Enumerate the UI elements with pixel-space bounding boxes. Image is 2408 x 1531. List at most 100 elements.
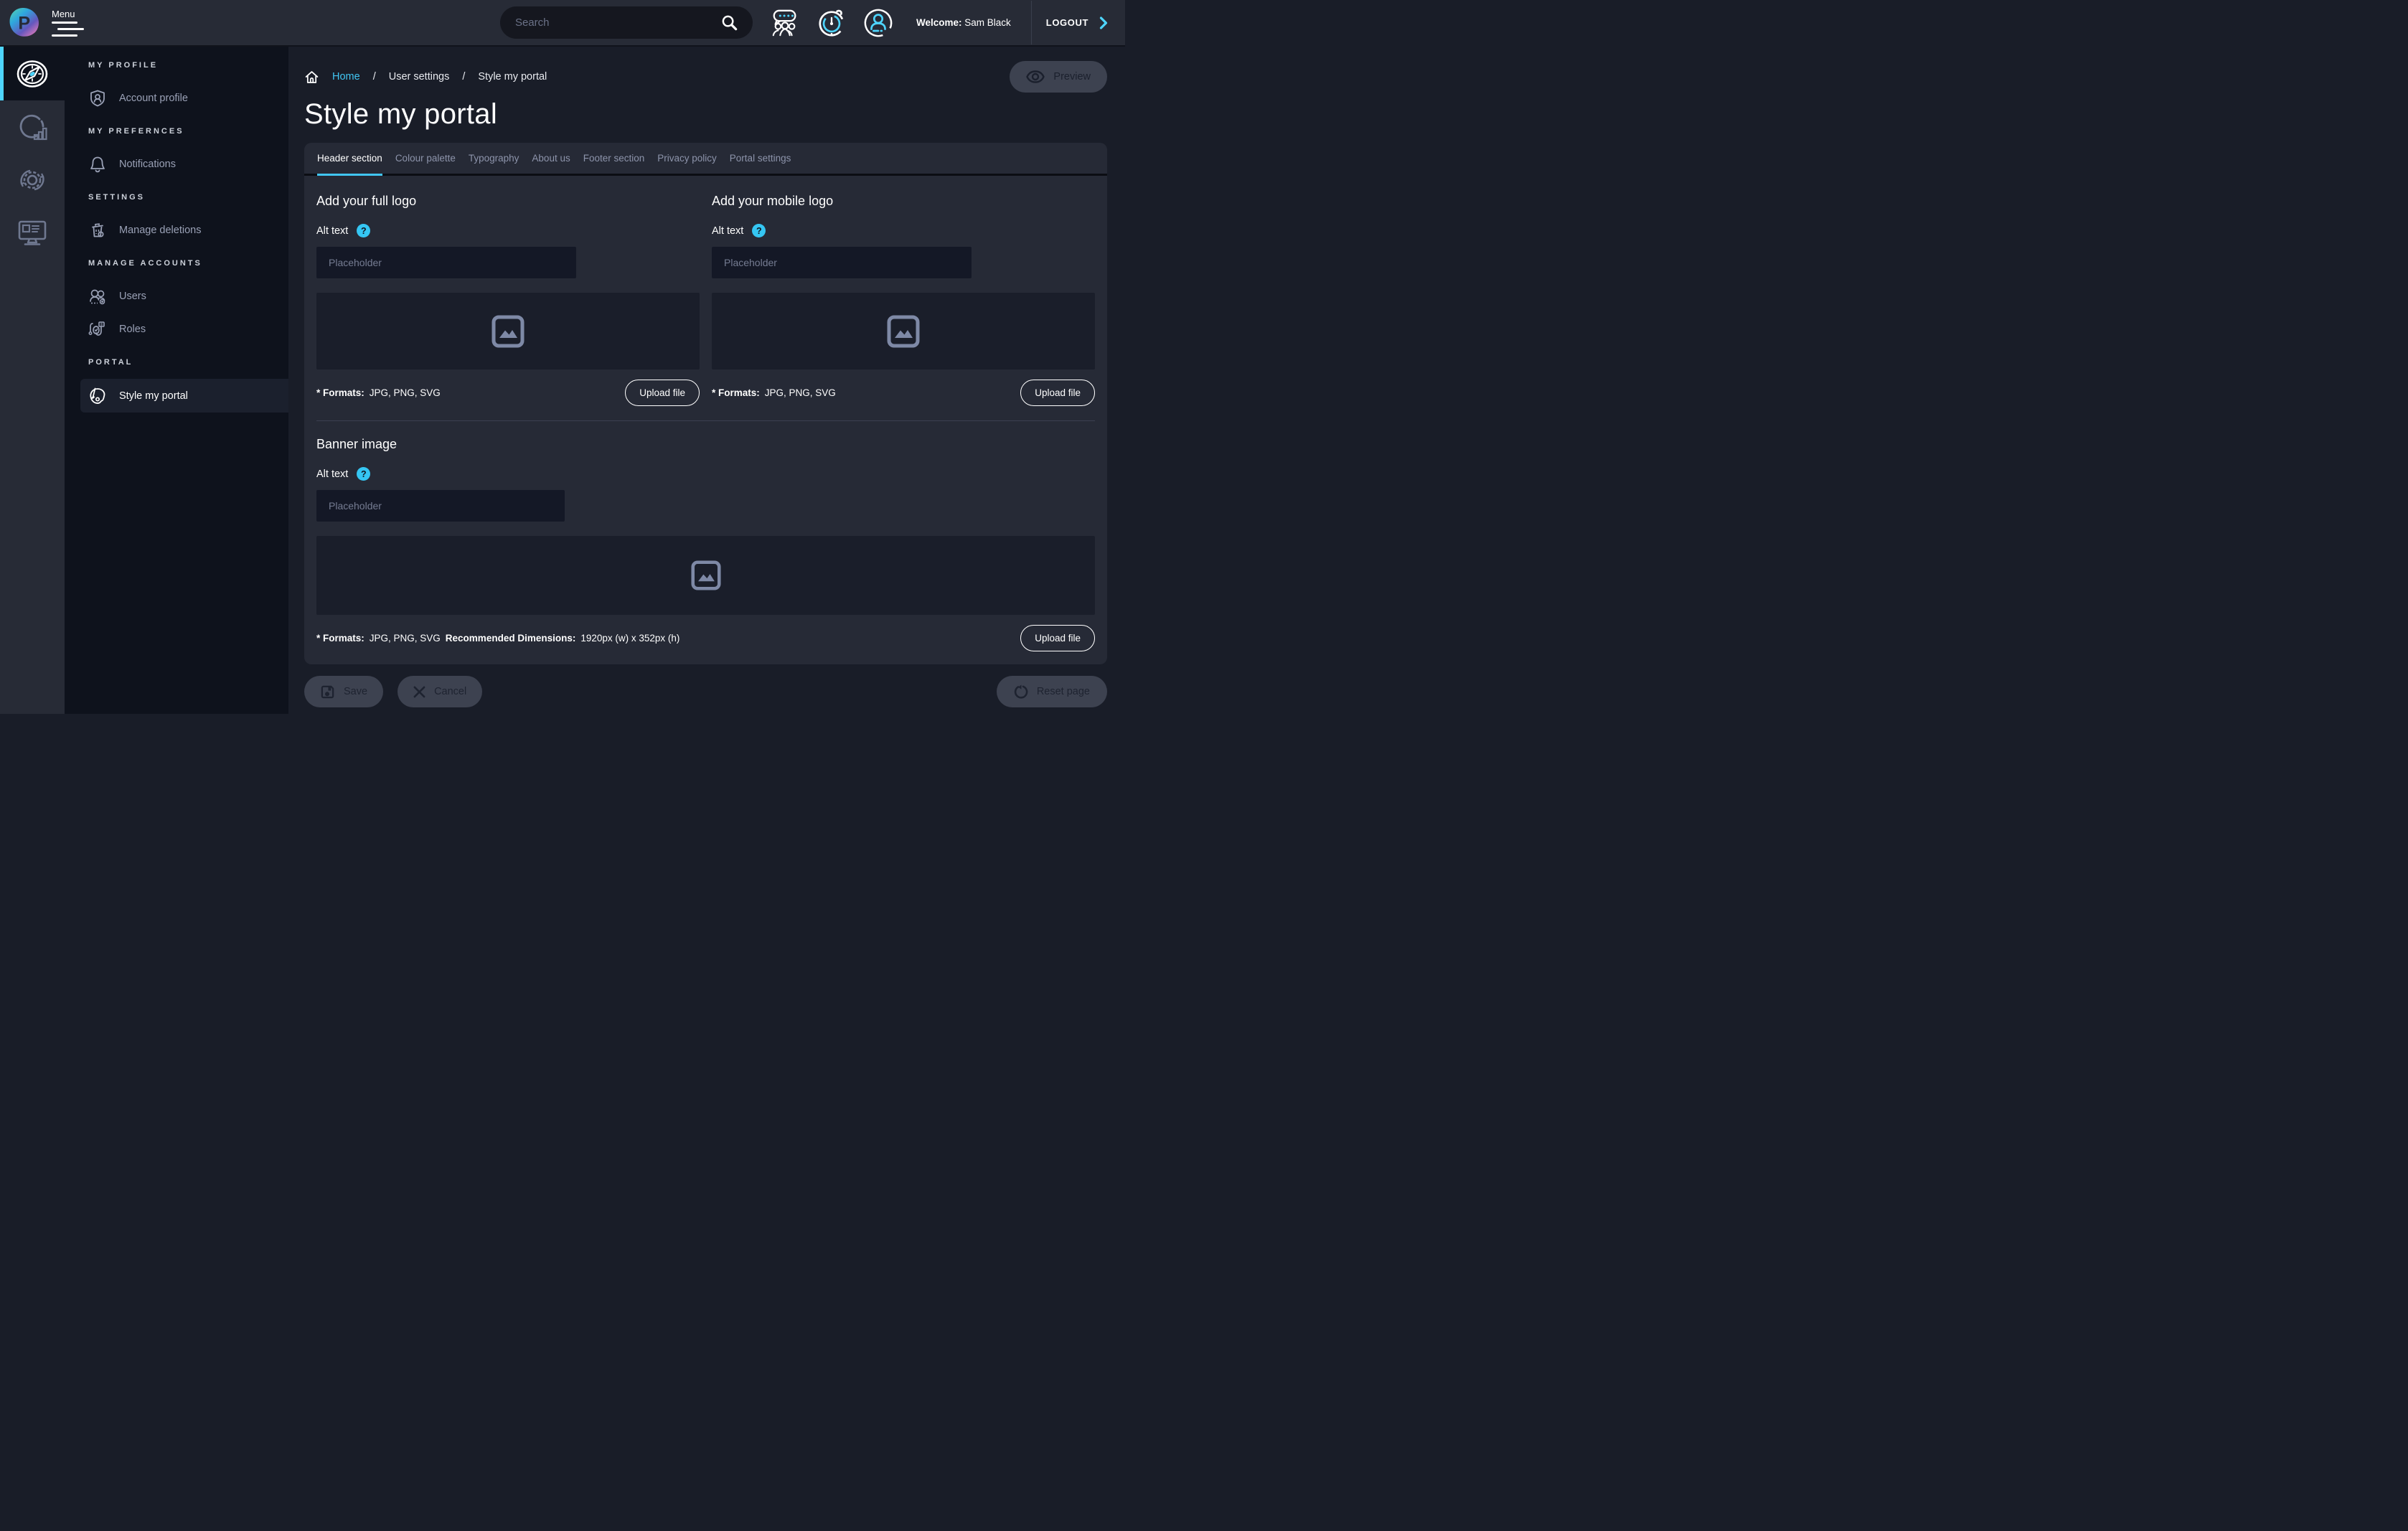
settings-card: Header section Colour palette Typography… (304, 143, 1107, 664)
app-logo[interactable]: P (7, 6, 40, 39)
tab-header-section[interactable]: Header section (317, 143, 382, 174)
sidebar-header-manage-accounts: MANAGE ACCOUNTS (65, 247, 288, 280)
formats-label: * Formats: (316, 633, 365, 644)
sidebar-item-label: Notifications (119, 159, 176, 170)
role-badge-icon (88, 320, 107, 339)
rail-item-display[interactable] (0, 207, 65, 260)
sidebar-item-label: Manage deletions (119, 225, 201, 236)
alt-text-label: Alt text (316, 468, 348, 480)
preview-button[interactable]: Preview (1010, 61, 1107, 93)
full-logo-section: Add your full logo Alt text ? (316, 194, 700, 406)
rail-item-settings[interactable] (0, 154, 65, 207)
reset-label: Reset page (1037, 686, 1090, 697)
menu-toggle[interactable]: Menu (52, 9, 84, 37)
palette-icon (88, 387, 107, 405)
tab-typography[interactable]: Typography (469, 143, 519, 174)
breadcrumb-row: Home / User settings / Style my portal P… (304, 61, 1107, 93)
main-content: Home / User settings / Style my portal P… (288, 47, 1125, 714)
image-placeholder-icon (691, 560, 721, 590)
icon-rail (0, 47, 65, 714)
tab-about-us[interactable]: About us (532, 143, 570, 174)
footer-actions: Save Cancel Reset page (304, 676, 1107, 707)
logout-button[interactable]: LOGOUT (1046, 17, 1115, 29)
formats-value: JPG, PNG, SVG (765, 387, 836, 398)
sidebar-item-notifications[interactable]: Notifications (65, 148, 288, 181)
welcome-text: Welcome: Sam Black (916, 17, 1011, 28)
welcome-username: Sam Black (964, 17, 1011, 28)
search-bar (500, 6, 753, 39)
sidebar-item-label: Account profile (119, 93, 188, 104)
breadcrumb-user-settings[interactable]: User settings (389, 71, 450, 83)
shield-user-icon (88, 89, 107, 108)
banner-upload-button[interactable]: Upload file (1020, 625, 1095, 651)
help-icon[interactable]: ? (357, 224, 370, 237)
home-icon[interactable] (304, 70, 319, 85)
svg-text:P: P (18, 13, 30, 33)
sidebar-header-my-profile: MY PROFILE (65, 49, 288, 82)
sidebar-item-label: Style my portal (119, 390, 188, 402)
banner-dropzone[interactable] (316, 536, 1095, 615)
mobile-logo-title: Add your mobile logo (712, 194, 1095, 209)
cancel-label: Cancel (434, 686, 466, 697)
formats-value: JPG, PNG, SVG (370, 633, 441, 644)
formats-value: JPG, PNG, SVG (370, 387, 441, 398)
chevron-right-icon (1099, 17, 1108, 29)
topbar-divider (1031, 1, 1032, 44)
users-icon (88, 287, 107, 306)
help-icon[interactable]: ? (357, 467, 370, 481)
community-icon[interactable] (770, 8, 800, 38)
rail-item-analytics[interactable] (0, 100, 65, 154)
search-icon[interactable] (721, 14, 738, 31)
search-input[interactable] (515, 17, 721, 29)
logo-blob-icon: P (7, 6, 40, 39)
tab-privacy-policy[interactable]: Privacy policy (657, 143, 717, 174)
save-button[interactable]: Save (304, 676, 383, 707)
reset-page-button[interactable]: Reset page (997, 676, 1107, 707)
mobile-logo-section: Add your mobile logo Alt text ? (712, 194, 1095, 406)
tab-panel-header-section: Add your full logo Alt text ? (304, 194, 1107, 651)
sidebar-header-settings: SETTINGS (65, 181, 288, 214)
gear-sync-icon (16, 164, 49, 197)
banner-alt-input[interactable] (316, 490, 565, 522)
tab-footer-section[interactable]: Footer section (583, 143, 645, 174)
rail-item-dashboard[interactable] (0, 47, 65, 100)
image-placeholder-icon (887, 315, 920, 348)
breadcrumb-separator: / (462, 71, 465, 83)
mobile-logo-upload-button[interactable]: Upload file (1020, 380, 1095, 406)
full-logo-title: Add your full logo (316, 194, 700, 209)
sidebar-item-style-my-portal[interactable]: Style my portal (80, 379, 288, 413)
tab-colour-palette[interactable]: Colour palette (395, 143, 456, 174)
full-logo-alt-input[interactable] (316, 247, 576, 278)
full-logo-dropzone[interactable] (316, 293, 700, 369)
menu-label: Menu (52, 9, 84, 19)
mobile-logo-alt-input[interactable] (712, 247, 972, 278)
app-body: MY PROFILE Account profile MY PREFERNCES… (0, 47, 1125, 714)
breadcrumb: Home / User settings / Style my portal (304, 70, 547, 85)
breadcrumb-home[interactable]: Home (332, 71, 360, 83)
cancel-button[interactable]: Cancel (398, 676, 482, 707)
help-icon[interactable]: ? (752, 224, 766, 237)
sidebar-item-label: Roles (119, 324, 146, 335)
breadcrumb-current: Style my portal (478, 71, 547, 83)
sidebar-item-account-profile[interactable]: Account profile (65, 82, 288, 115)
formats-label: * Formats: (316, 387, 365, 398)
timer-icon[interactable] (817, 8, 847, 38)
tab-portal-settings[interactable]: Portal settings (730, 143, 791, 174)
banner-image-section: Banner image Alt text ? * Formats: (316, 437, 1095, 651)
section-divider (316, 420, 1095, 421)
dimensions-label: Recommended Dimensions: (446, 633, 576, 644)
sidebar-item-users[interactable]: Users (65, 280, 288, 313)
user-circle-icon[interactable] (863, 8, 893, 38)
sidebar-item-manage-deletions[interactable]: Manage deletions (65, 214, 288, 247)
topbar-icon-group (770, 8, 893, 38)
full-logo-upload-button[interactable]: Upload file (625, 380, 700, 406)
sidebar-item-roles[interactable]: Roles (65, 313, 288, 346)
hamburger-icon (52, 22, 84, 37)
monitor-icon (16, 217, 49, 250)
save-icon (320, 684, 335, 699)
image-placeholder-icon (492, 315, 525, 348)
save-label: Save (344, 686, 367, 697)
mobile-logo-dropzone[interactable] (712, 293, 1095, 369)
pie-chart-icon (16, 110, 49, 143)
banner-title: Banner image (316, 437, 1095, 452)
